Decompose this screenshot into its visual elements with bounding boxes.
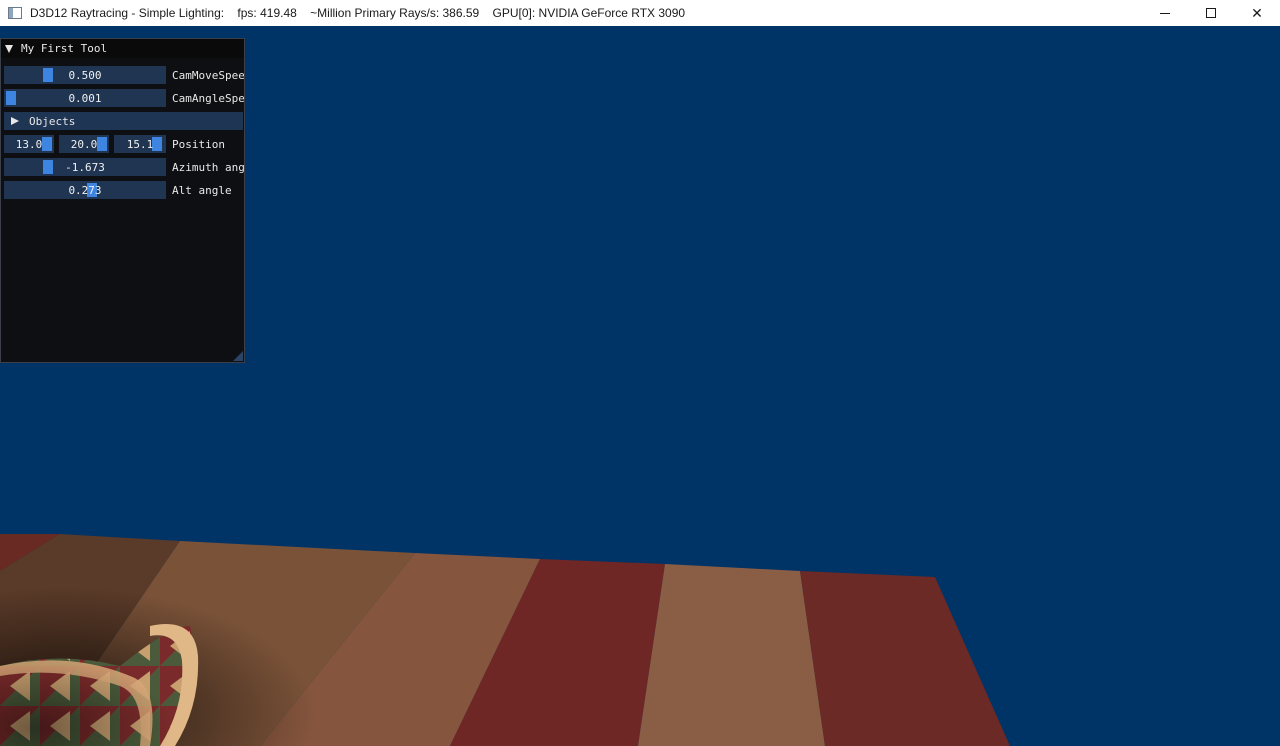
maximize-icon [1206,8,1216,18]
position-x-value: 13.0 [15,137,43,151]
cam-angle-speed-slider[interactable]: 0.001 [4,89,166,107]
tool-window[interactable]: My First Tool 0.500 CamMoveSpeed 0.001 C… [0,38,245,363]
position-x-slider[interactable]: 13.0 [4,135,54,153]
window-title-bar: D3D12 Raytracing - Simple Lighting: fps:… [0,0,1280,26]
position-z-slider[interactable]: 15.1 [114,135,166,153]
objects-label: Objects [29,114,76,128]
slider-grab-handle[interactable] [152,137,162,151]
collapse-arrow-icon[interactable] [5,44,13,53]
cam-angle-speed-value: 0.001 [68,91,102,105]
slider-grab-handle[interactable] [43,68,53,82]
close-icon: ✕ [1251,4,1263,21]
alt-angle-slider[interactable]: 0.273 [4,181,166,199]
alt-angle-value: 0.273 [68,183,102,197]
cam-move-speed-value: 0.500 [68,68,102,82]
azimuth-slider[interactable]: -1.673 [4,158,166,176]
cam-angle-speed-row: 0.001 CamAngleSpeed [4,89,245,107]
cam-angle-speed-label: CamAngleSpeed [172,91,245,105]
azimuth-value: -1.673 [65,160,105,174]
tool-window-title: My First Tool [21,42,108,55]
slider-grab-handle[interactable] [6,91,16,105]
position-row: 13.0 20.0 15.1 Position [4,135,225,153]
alt-angle-row: 0.273 Alt angle [4,181,232,199]
slider-grab-handle[interactable] [42,137,52,151]
azimuth-label: Azimuth angle [172,160,245,174]
alt-angle-label: Alt angle [172,183,232,197]
slider-grab-handle[interactable] [97,137,107,151]
window-title: D3D12 Raytracing - Simple Lighting: fps:… [30,6,686,20]
position-label: Position [172,137,225,151]
position-y-slider[interactable]: 20.0 [59,135,109,153]
resize-grip-icon[interactable] [233,351,243,361]
position-z-value: 15.1 [126,137,154,151]
expand-arrow-icon[interactable] [11,117,19,125]
maximize-button[interactable] [1188,0,1234,26]
azimuth-row: -1.673 Azimuth angle [4,158,245,176]
objects-tree-node[interactable]: Objects [4,112,243,130]
cam-move-speed-slider[interactable]: 0.500 [4,66,166,84]
position-y-value: 20.0 [70,137,98,151]
cam-move-speed-label: CamMoveSpeed [172,68,245,82]
floor-stripe [800,571,1010,746]
tool-window-title-bar[interactable]: My First Tool [1,39,244,58]
app-window-icon [8,7,22,19]
close-button[interactable]: ✕ [1234,0,1280,26]
slider-grab-handle[interactable] [43,160,53,174]
cam-move-speed-row: 0.500 CamMoveSpeed [4,66,245,84]
minimize-button[interactable] [1142,0,1188,26]
minimize-icon [1160,12,1170,14]
floor-stripe [638,564,825,746]
